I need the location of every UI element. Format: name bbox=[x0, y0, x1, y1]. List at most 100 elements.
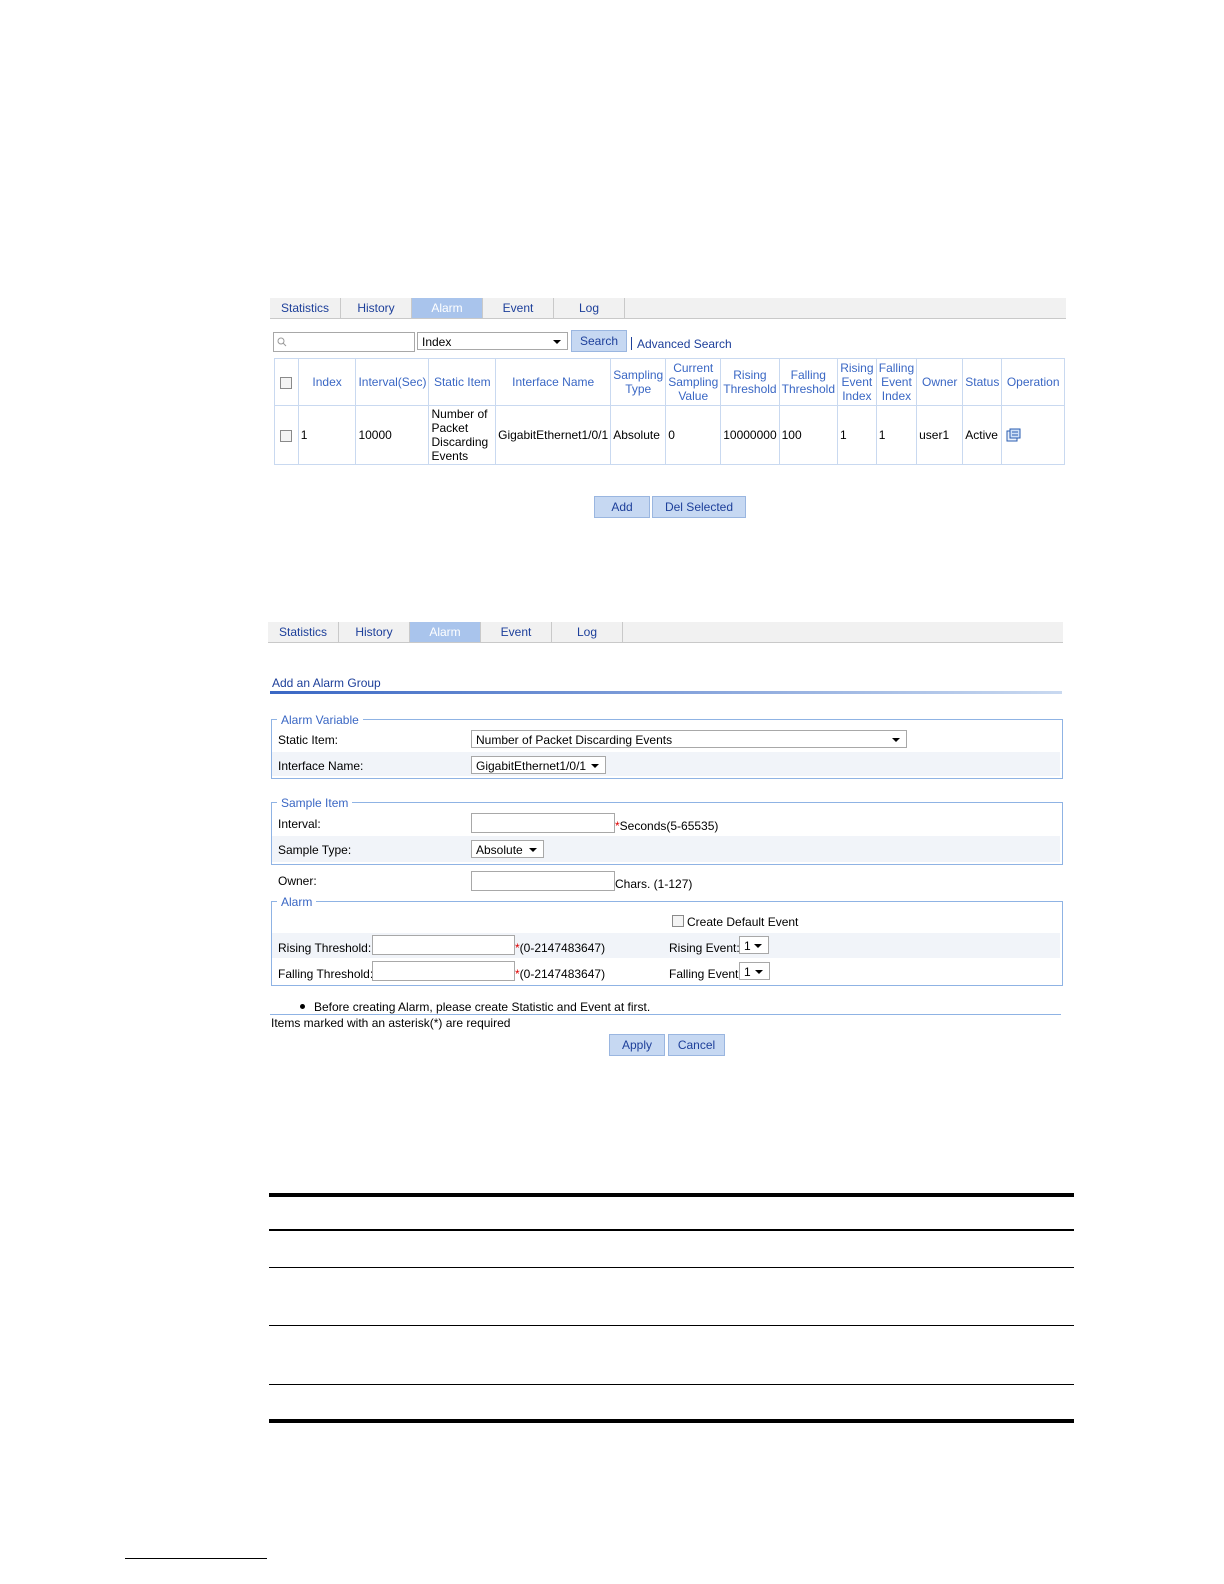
table-header-row: Index Interval(Sec) Static Item Interfac… bbox=[274, 358, 1065, 406]
col-rising-event-index[interactable]: Rising Event Index bbox=[836, 358, 877, 406]
rising-threshold-label: Rising Threshold: bbox=[278, 941, 372, 955]
search-field-value: Index bbox=[422, 335, 452, 349]
cell-sampling-type: Absolute bbox=[610, 405, 667, 465]
table-bottom-rule bbox=[269, 1419, 1074, 1423]
cell-index: 1 bbox=[297, 405, 357, 465]
tab-statistics[interactable]: Statistics bbox=[270, 298, 341, 318]
tab-log[interactable]: Log bbox=[554, 298, 625, 318]
falling-event-select[interactable]: 1 bbox=[739, 962, 770, 980]
alarm-variable-legend: Alarm Variable bbox=[277, 713, 363, 727]
col-interface-name[interactable]: Interface Name bbox=[495, 358, 612, 406]
col-static-item[interactable]: Static Item bbox=[428, 358, 497, 406]
edit-icon[interactable] bbox=[1006, 428, 1021, 442]
sample-item-legend: Sample Item bbox=[277, 796, 353, 810]
owner-input[interactable] bbox=[471, 871, 615, 891]
row-select-cell bbox=[274, 405, 299, 465]
create-default-event-label: Create Default Event bbox=[687, 915, 799, 929]
interface-name-select[interactable]: GigabitEthernet1/0/1 bbox=[471, 756, 606, 774]
cell-interface-name: GigabitEthernet1/0/1 bbox=[495, 405, 612, 465]
interval-input[interactable] bbox=[471, 813, 615, 833]
col-current-sampling-value[interactable]: Current Sampling Value bbox=[665, 358, 722, 406]
cancel-button[interactable]: Cancel bbox=[668, 1034, 725, 1056]
chevron-down-icon bbox=[754, 944, 762, 948]
search-button[interactable]: Search bbox=[571, 330, 627, 352]
chevron-down-icon bbox=[553, 340, 561, 344]
rising-event-select[interactable]: 1 bbox=[739, 936, 769, 954]
falling-event-value: 1 bbox=[744, 965, 751, 979]
rising-threshold-input[interactable] bbox=[372, 935, 515, 955]
cell-operation bbox=[1001, 405, 1065, 465]
interface-name-value: GigabitEthernet1/0/1 bbox=[476, 759, 587, 773]
select-all-checkbox[interactable] bbox=[280, 376, 293, 389]
notes-divider bbox=[270, 1014, 1061, 1015]
tab-history[interactable]: History bbox=[341, 298, 412, 318]
static-item-select[interactable]: Number of Packet Discarding Events bbox=[471, 730, 907, 748]
table-row-rule bbox=[269, 1267, 1074, 1268]
falling-event-label: Falling Event: bbox=[669, 967, 742, 981]
sample-type-value: Absolute bbox=[476, 843, 523, 857]
table-top-rule bbox=[269, 1193, 1074, 1197]
sample-type-label: Sample Type: bbox=[278, 843, 352, 857]
static-item-value: Number of Packet Discarding Events bbox=[476, 733, 673, 747]
required-note: Items marked with an asterisk(*) are req… bbox=[271, 1016, 511, 1030]
tab-log[interactable]: Log bbox=[552, 622, 623, 642]
create-default-event-checkbox[interactable] bbox=[672, 915, 684, 927]
divider bbox=[631, 337, 632, 350]
cell-static-item: Number of Packet Discarding Events bbox=[428, 405, 497, 465]
bullet-dot bbox=[300, 1004, 305, 1009]
footnote-rule bbox=[125, 1558, 267, 1559]
apply-button[interactable]: Apply bbox=[609, 1034, 665, 1056]
tab-alarm[interactable]: Alarm bbox=[410, 622, 481, 642]
magnifier-icon bbox=[277, 337, 287, 347]
cell-owner: user1 bbox=[916, 405, 964, 465]
sample-type-select[interactable]: Absolute bbox=[471, 840, 544, 858]
table-header-rule bbox=[269, 1229, 1074, 1231]
alarm-legend: Alarm bbox=[277, 895, 317, 909]
col-owner[interactable]: Owner bbox=[916, 358, 964, 406]
title-underline bbox=[270, 691, 1062, 694]
tab-history[interactable]: History bbox=[339, 622, 410, 642]
falling-threshold-hint: *(0-2147483647) bbox=[515, 967, 605, 981]
interval-hint: *Seconds(5-65535) bbox=[615, 819, 718, 833]
col-falling-event-index[interactable]: Falling Event Index bbox=[875, 358, 918, 406]
row-stripe bbox=[272, 836, 1060, 862]
del-selected-button[interactable]: Del Selected bbox=[652, 496, 746, 518]
cell-status: Active bbox=[962, 405, 1003, 465]
col-rising-threshold[interactable]: Rising Threshold bbox=[720, 358, 780, 406]
owner-label: Owner: bbox=[278, 874, 317, 888]
falling-threshold-input[interactable] bbox=[372, 961, 515, 981]
table-row-rule bbox=[269, 1384, 1074, 1385]
col-index[interactable]: Index bbox=[297, 358, 357, 406]
rising-event-label: Rising Event: bbox=[669, 941, 740, 955]
advanced-search-link[interactable]: Advanced Search bbox=[637, 337, 732, 351]
cell-falling-event-index: 1 bbox=[875, 405, 918, 465]
row-checkbox[interactable] bbox=[280, 429, 293, 442]
prerequisite-note: Before creating Alarm, please create Sta… bbox=[314, 1000, 651, 1014]
tab-event[interactable]: Event bbox=[481, 622, 552, 642]
search-input[interactable] bbox=[273, 332, 415, 352]
row-stripe bbox=[272, 752, 1060, 776]
col-interval[interactable]: Interval(Sec) bbox=[355, 358, 430, 406]
tab-statistics[interactable]: Statistics bbox=[268, 622, 339, 642]
add-button[interactable]: Add bbox=[594, 496, 650, 518]
cell-rising-event-index: 1 bbox=[836, 405, 877, 465]
tab-bar-add: Statistics History Alarm Event Log bbox=[268, 622, 1063, 643]
table-row-rule bbox=[269, 1325, 1074, 1326]
select-all-cell bbox=[274, 358, 299, 406]
col-sampling-type[interactable]: Sampling Type bbox=[610, 358, 667, 406]
owner-hint: Chars. (1-127) bbox=[615, 877, 693, 891]
rising-threshold-hint-text: (0-2147483647) bbox=[519, 941, 606, 955]
col-status[interactable]: Status bbox=[962, 358, 1003, 406]
chevron-down-icon bbox=[591, 764, 599, 768]
search-field-select[interactable]: Index bbox=[417, 332, 568, 350]
cell-current-sampling-value: 0 bbox=[665, 405, 722, 465]
interval-hint-text: Seconds(5-65535) bbox=[619, 819, 719, 833]
cell-rising-threshold: 10000000 bbox=[720, 405, 780, 465]
tab-event[interactable]: Event bbox=[483, 298, 554, 318]
interface-name-label: Interface Name: bbox=[278, 759, 364, 773]
tab-alarm[interactable]: Alarm bbox=[412, 298, 483, 318]
col-falling-threshold[interactable]: Falling Threshold bbox=[778, 358, 838, 406]
table-row: 1 10000 Number of Packet Discarding Even… bbox=[274, 405, 1065, 465]
rising-event-value: 1 bbox=[744, 939, 751, 953]
page-title: Add an Alarm Group bbox=[272, 676, 381, 690]
